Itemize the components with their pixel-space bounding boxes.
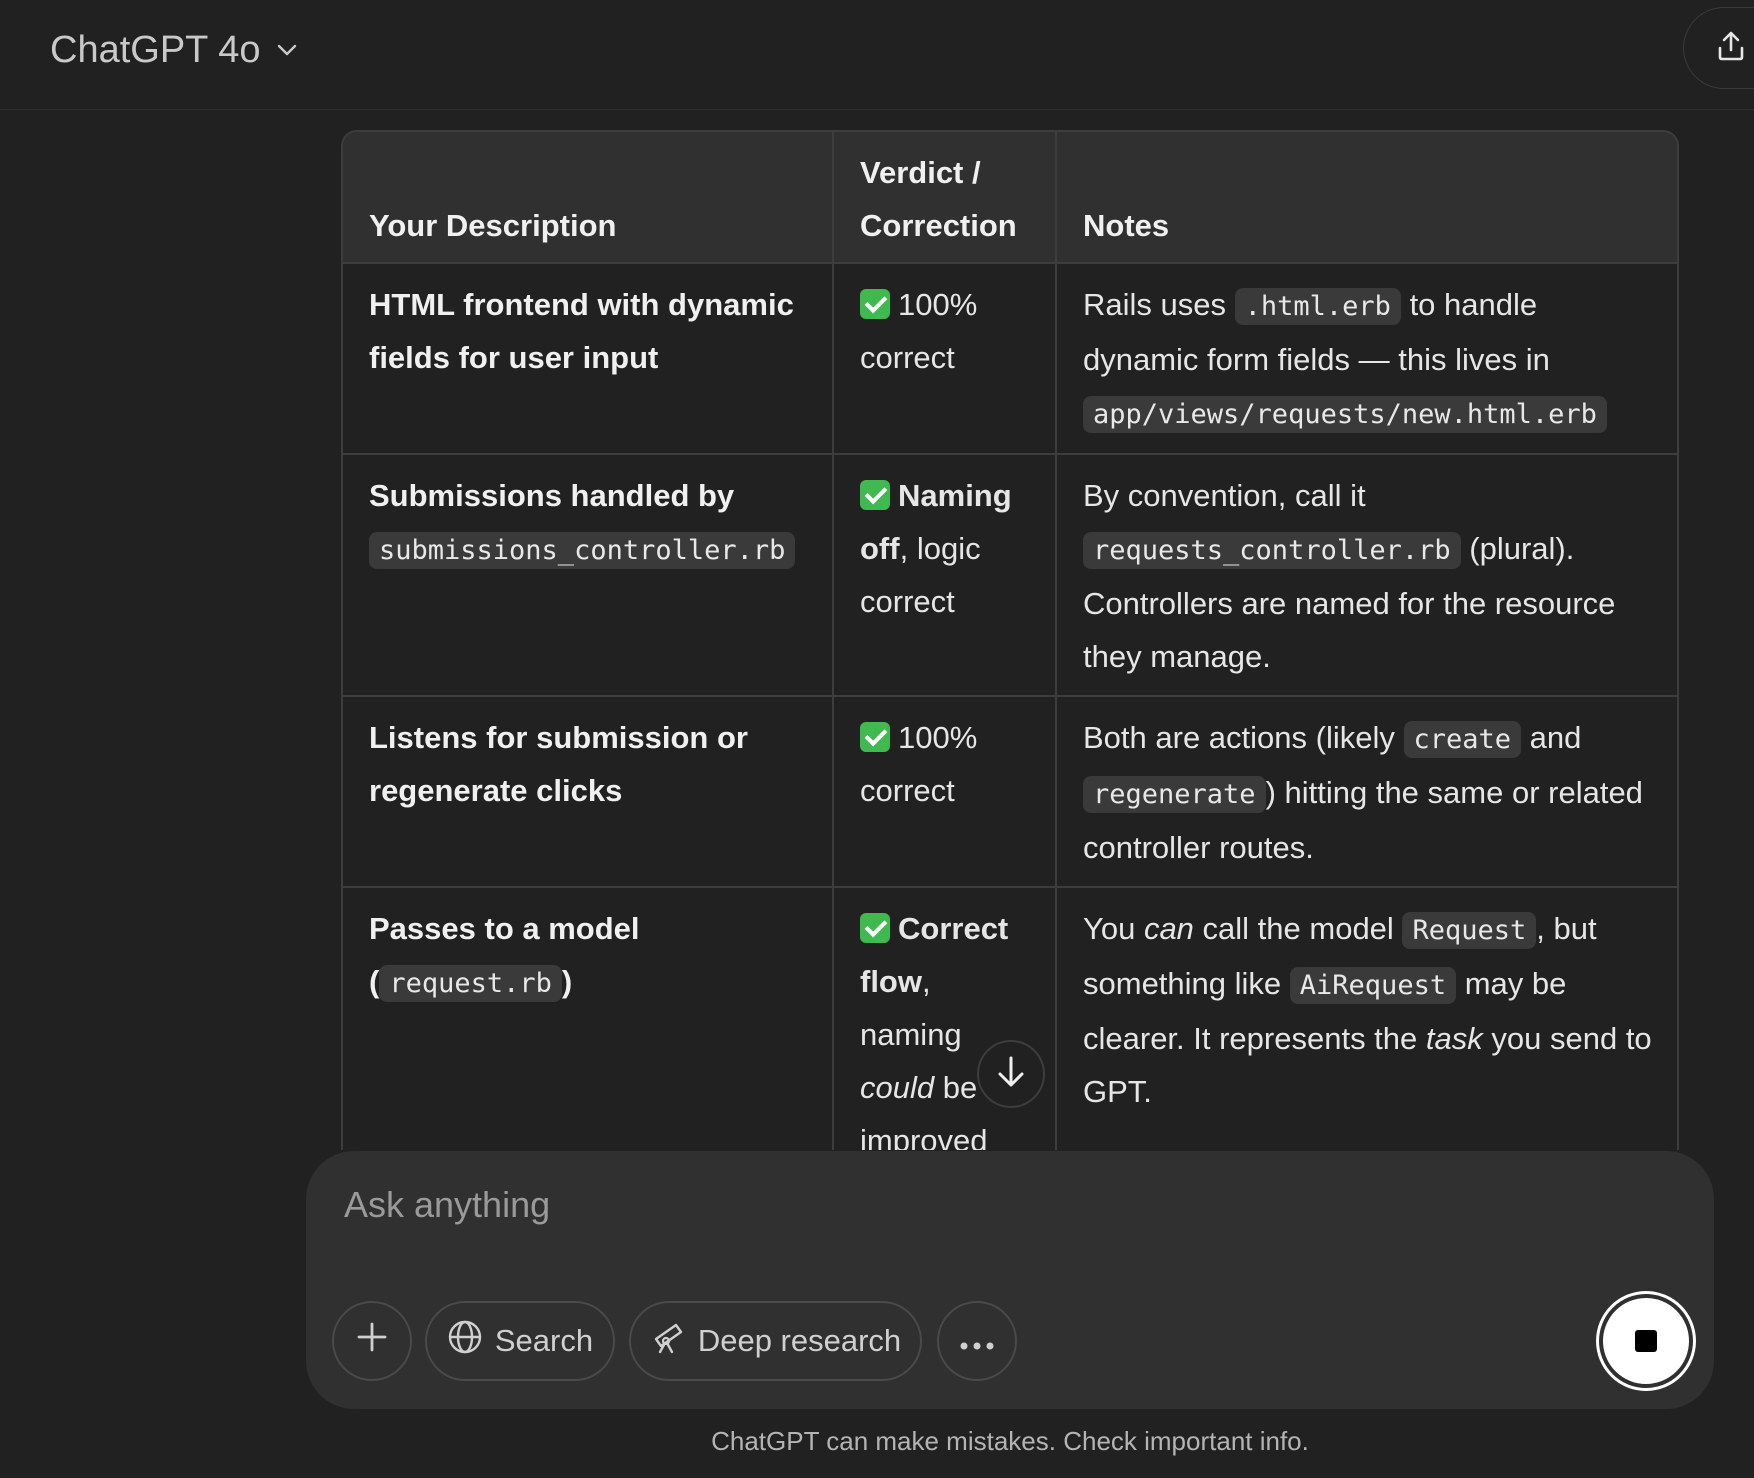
- more-icon: [959, 1323, 995, 1359]
- more-options-button[interactable]: [937, 1301, 1017, 1381]
- prompt-input[interactable]: [342, 1177, 1542, 1233]
- description-cell: Listens for submission or regenerate cli…: [343, 696, 834, 888]
- inline-code: request.rb: [379, 965, 562, 1002]
- globe-icon: [447, 1319, 483, 1363]
- notes-cell: You can call the model Request, but some…: [1056, 887, 1677, 1150]
- verdict-cell: Naming off, logic correct: [833, 454, 1057, 697]
- verdict-italic: could: [860, 1070, 935, 1105]
- check-icon: [860, 722, 890, 752]
- stop-generating-button[interactable]: [1599, 1294, 1693, 1388]
- table-header-row: Your Description Verdict / Correction No…: [343, 132, 1677, 264]
- notes-text: By convention, call it: [1083, 478, 1366, 513]
- description-text: Submissions handled by: [369, 478, 735, 513]
- model-selector[interactable]: ChatGPT 4o: [50, 22, 299, 78]
- notes-text: Rails uses: [1083, 287, 1226, 322]
- description-cell: HTML frontend with dynamic fields for us…: [343, 263, 834, 455]
- table-row: Listens for submission or regenerate cli…: [343, 696, 1677, 888]
- notes-italic: task: [1425, 1021, 1483, 1056]
- column-header: Verdict / Correction: [833, 132, 1057, 264]
- model-name: ChatGPT 4o: [50, 28, 261, 71]
- share-icon: [1716, 30, 1746, 67]
- inline-code: AiRequest: [1289, 967, 1457, 1004]
- stop-icon: [1635, 1330, 1657, 1352]
- search-button[interactable]: Search: [425, 1301, 615, 1381]
- notes-cell: By convention, call it requests_controll…: [1056, 454, 1677, 697]
- description-cell: Submissions handled by submissions_contr…: [343, 454, 834, 697]
- description-text: Passes to a model: [369, 911, 640, 946]
- inline-code: create: [1403, 721, 1522, 758]
- inline-code: regenerate: [1083, 776, 1266, 813]
- notes-cell: Rails uses .html.erb to handle dynamic f…: [1056, 263, 1677, 455]
- verdict-cell: 100% correct: [833, 696, 1057, 888]
- add-attachment-button[interactable]: [332, 1301, 412, 1381]
- composer: Search Deep research: [306, 1151, 1714, 1409]
- arrow-down-icon: [996, 1055, 1026, 1094]
- check-icon: [860, 480, 890, 510]
- verdict-cell: Correct flow, naming could be improved: [833, 887, 1057, 1150]
- column-header: Notes: [1056, 132, 1677, 264]
- notes-text: You: [1083, 911, 1136, 946]
- notes-italic: can: [1143, 911, 1194, 946]
- description-cell: Passes to a model(request.rb): [343, 887, 834, 1150]
- inline-code: requests_controller.rb: [1083, 532, 1461, 569]
- column-header: Your Description: [343, 132, 834, 264]
- deep-research-label: Deep research: [697, 1323, 902, 1358]
- notes-text: Both are actions (likely: [1083, 720, 1395, 755]
- response-table: Your Description Verdict / Correction No…: [341, 130, 1679, 1150]
- share-button[interactable]: [1683, 7, 1754, 89]
- notes-text: and: [1529, 720, 1582, 755]
- inline-code: app/views/requests/new.html.erb: [1083, 396, 1607, 433]
- table-row: Passes to a model(request.rb) Correct fl…: [343, 887, 1677, 1150]
- inline-code: submissions_controller.rb: [369, 532, 796, 569]
- notes-text: call the model: [1202, 911, 1394, 946]
- comparison-table: Your Description Verdict / Correction No…: [343, 132, 1677, 1150]
- verdict-cell: 100% correct: [833, 263, 1057, 455]
- telescope-icon: [650, 1319, 686, 1363]
- table-row: HTML frontend with dynamic fields for us…: [343, 263, 1677, 455]
- chevron-down-icon: [275, 38, 299, 62]
- scroll-to-bottom-button[interactable]: [977, 1040, 1045, 1108]
- notes-cell: Both are actions (likely create and rege…: [1056, 696, 1677, 888]
- deep-research-button[interactable]: Deep research: [629, 1301, 922, 1381]
- check-icon: [860, 913, 890, 943]
- disclaimer: ChatGPT can make mistakes. Check importa…: [711, 1426, 1309, 1456]
- inline-code: Request: [1402, 912, 1537, 949]
- plus-icon: [355, 1320, 389, 1362]
- inline-code: .html.erb: [1234, 288, 1401, 325]
- check-icon: [860, 289, 890, 319]
- search-label: Search: [494, 1323, 594, 1358]
- table-row: Submissions handled by submissions_contr…: [343, 454, 1677, 697]
- top-bar: ChatGPT 4o: [0, 0, 1754, 110]
